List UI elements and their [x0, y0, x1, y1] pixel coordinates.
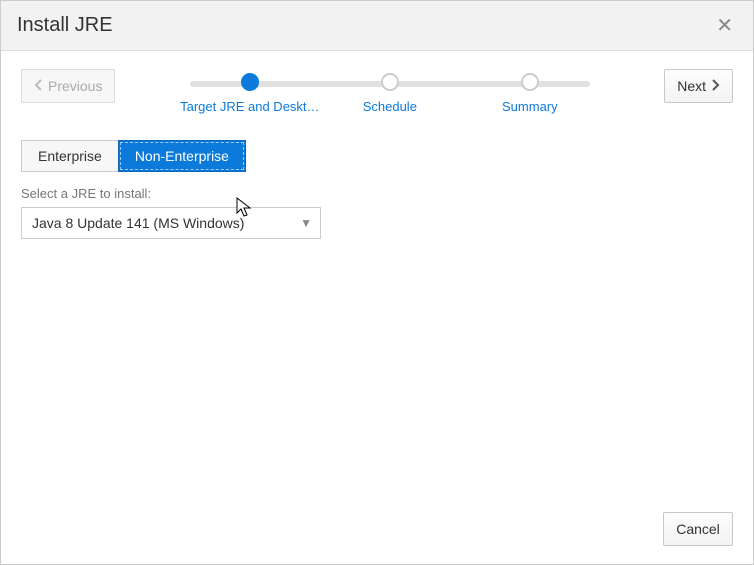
step-node-3[interactable]: Summary: [460, 73, 600, 114]
chevron-down-icon: ▼: [300, 216, 312, 230]
step-dot-active: [241, 73, 259, 91]
step-label-3: Summary: [502, 99, 558, 114]
tab-non-enterprise[interactable]: Non-Enterprise: [118, 140, 246, 172]
step-node-1[interactable]: Target JRE and Deskt…: [180, 73, 320, 114]
chevron-right-icon: [710, 78, 720, 94]
step-node-2[interactable]: Schedule: [320, 73, 460, 114]
close-icon[interactable]: ✕: [712, 13, 737, 38]
tab-strip: Enterprise Non-Enterprise: [21, 140, 733, 172]
next-label: Next: [677, 78, 706, 94]
dialog-title: Install JRE: [17, 14, 113, 37]
previous-button: Previous: [21, 69, 115, 103]
tab-enterprise[interactable]: Enterprise: [21, 140, 119, 172]
tab-enterprise-label: Enterprise: [38, 148, 102, 164]
cancel-button[interactable]: Cancel: [663, 512, 733, 546]
select-jre-prompt: Select a JRE to install:: [21, 186, 733, 201]
wizard-content: Enterprise Non-Enterprise Select a JRE t…: [1, 122, 753, 500]
next-button[interactable]: Next: [664, 69, 733, 103]
step-label-1: Target JRE and Deskt…: [180, 99, 319, 114]
wizard-nav-row: Previous Target JRE and Deskt… Schedule: [1, 51, 753, 122]
step-dot: [521, 73, 539, 91]
step-label-2: Schedule: [363, 99, 417, 114]
wizard-steps: Target JRE and Deskt… Schedule Summary: [115, 69, 664, 114]
tab-non-enterprise-label: Non-Enterprise: [135, 148, 229, 164]
step-dot: [381, 73, 399, 91]
jre-select[interactable]: Java 8 Update 141 (MS Windows) ▼: [21, 207, 321, 239]
previous-label: Previous: [48, 78, 102, 94]
cancel-label: Cancel: [676, 521, 720, 537]
jre-select-value: Java 8 Update 141 (MS Windows): [32, 215, 244, 231]
install-jre-dialog: Install JRE ✕ Previous Target JRE and De…: [0, 0, 754, 565]
chevron-left-icon: [34, 78, 44, 94]
dialog-titlebar: Install JRE ✕: [1, 1, 753, 51]
dialog-footer: Cancel: [1, 500, 753, 564]
